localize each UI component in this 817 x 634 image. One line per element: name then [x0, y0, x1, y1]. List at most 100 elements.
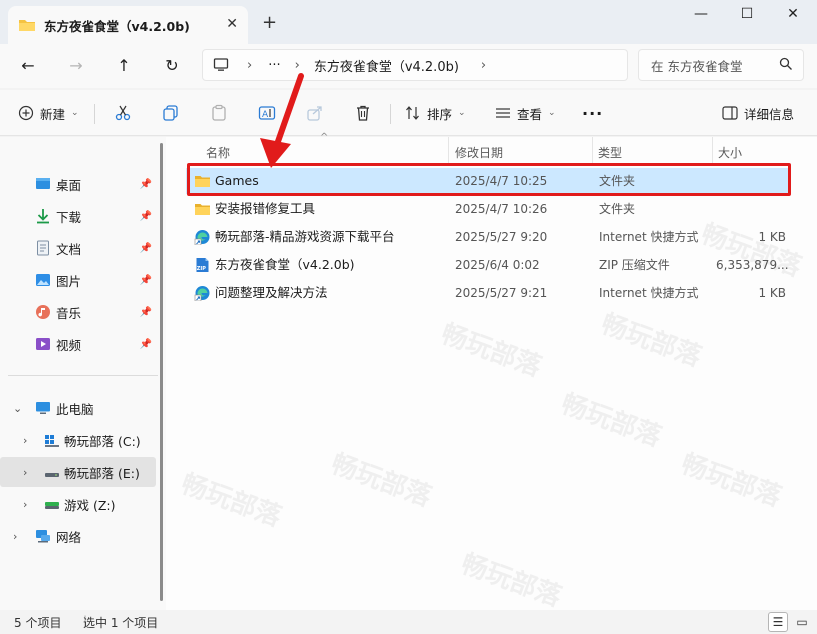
- tab-active[interactable]: 东方夜雀食堂（v4.2.0b) ✕: [8, 6, 248, 44]
- sidebar-item-this-pc[interactable]: ⌄ 此电脑: [0, 393, 156, 423]
- up-button[interactable]: ↑: [112, 54, 136, 78]
- column-separator[interactable]: [592, 137, 593, 163]
- pin-icon[interactable]: 📌: [140, 339, 152, 350]
- sidebar-scrollbar[interactable]: [160, 143, 163, 601]
- chevron-right-icon: ›: [480, 57, 487, 73]
- breadcrumb-current[interactable]: 东方夜雀食堂（v4.2.0b): [314, 56, 459, 75]
- chevron-right-icon[interactable]: ›: [23, 466, 27, 479]
- table-row[interactable]: 畅玩部落-精品游戏资源下载平台 2025/5/27 9:20 Internet …: [186, 224, 790, 250]
- search-input[interactable]: 在 东方夜雀食堂: [638, 49, 804, 81]
- zip-icon: ZIP: [196, 258, 209, 272]
- chevron-right-icon[interactable]: ›: [23, 434, 27, 447]
- view-button[interactable]: 查看 ⌄: [495, 101, 556, 125]
- back-button[interactable]: ←: [16, 54, 40, 78]
- command-bar: 新建 ⌄ A 排序 ⌄ 查看 ⌄ ··· 详细信息: [0, 90, 817, 136]
- clipboard-icon: [212, 104, 226, 121]
- address-row: ← → ↑ ↻ › ··· › 东方夜雀食堂（v4.2.0b) › 在 东方夜雀…: [0, 44, 817, 88]
- title-bar: 东方夜雀食堂（v4.2.0b) ✕ + — ☐ ✕: [0, 0, 817, 44]
- more-options-button[interactable]: ···: [582, 101, 603, 125]
- column-separator[interactable]: [712, 137, 713, 163]
- file-type: Internet 快捷方式: [599, 230, 699, 244]
- file-date: 2025/4/7 10:25: [455, 174, 548, 188]
- new-button[interactable]: 新建 ⌄: [18, 101, 79, 125]
- minimize-button[interactable]: —: [678, 6, 724, 28]
- this-pc-icon: [36, 402, 50, 414]
- file-name: 畅玩部落-精品游戏资源下载平台: [215, 229, 395, 244]
- copy-icon: [163, 105, 178, 121]
- copy-button[interactable]: [162, 101, 180, 125]
- chevron-down-icon[interactable]: ⌄: [13, 402, 22, 415]
- music-icon: [36, 305, 50, 319]
- table-row[interactable]: 问题整理及解决方法 2025/5/27 9:21 Internet 快捷方式 1…: [186, 280, 790, 306]
- tiles-view-button[interactable]: ▭: [792, 612, 812, 632]
- column-header-type[interactable]: 类型: [598, 140, 622, 164]
- column-header-modified[interactable]: 修改日期: [455, 140, 503, 164]
- drive-icon: [45, 473, 59, 477]
- maximize-button[interactable]: ☐: [724, 6, 770, 28]
- tab-close-icon[interactable]: ✕: [226, 16, 238, 32]
- file-size: 6,353,879...: [716, 258, 789, 272]
- pin-icon[interactable]: 📌: [140, 243, 152, 254]
- file-size: 1 KB: [758, 286, 786, 300]
- file-type: ZIP 压缩文件: [599, 258, 670, 272]
- status-bar: 5 个项目 | 选中 1 个项目 ☰ ▭: [0, 610, 817, 634]
- paste-button[interactable]: [210, 101, 228, 125]
- close-window-button[interactable]: ✕: [770, 6, 816, 28]
- details-pane-button[interactable]: 详细信息: [722, 101, 794, 125]
- chevron-right-icon[interactable]: ›: [23, 498, 27, 511]
- delete-button[interactable]: [354, 101, 372, 125]
- new-tab-button[interactable]: +: [262, 12, 277, 33]
- chevron-right-icon: ›: [294, 57, 300, 73]
- address-ellipsis[interactable]: ···: [268, 58, 280, 73]
- pin-icon[interactable]: 📌: [140, 307, 152, 318]
- sidebar-item-network[interactable]: › 网络: [0, 521, 156, 551]
- sidebar-item-drive-z[interactable]: › 游戏 (Z:): [0, 489, 156, 519]
- pin-icon[interactable]: 📌: [140, 275, 152, 286]
- table-row[interactable]: 安装报错修复工具 2025/4/7 10:26 文件夹: [186, 196, 790, 222]
- sidebar-item-label: 此电脑: [56, 401, 94, 417]
- search-icon: [779, 57, 792, 70]
- sidebar-item-music[interactable]: 音乐 📌: [0, 297, 156, 327]
- sidebar-item-downloads[interactable]: 下载 📌: [0, 201, 156, 231]
- forward-button[interactable]: →: [64, 54, 88, 78]
- file-list: ^ 名称 修改日期 类型 大小 Games 2025/4/7 10:25 文件夹…: [166, 132, 817, 610]
- view-label: 查看: [517, 106, 543, 122]
- file-name: Games: [215, 173, 259, 188]
- file-date: 2025/6/4 0:02: [455, 258, 540, 272]
- table-row[interactable]: ZIP 东方夜雀食堂（v4.2.0b) 2025/6/4 0:02 ZIP 压缩…: [186, 252, 790, 278]
- sidebar-item-documents[interactable]: 文档 📌: [0, 233, 156, 263]
- selected-count: 选中 1 个项目: [83, 614, 158, 631]
- cut-button[interactable]: [114, 101, 132, 125]
- file-type: 文件夹: [599, 174, 636, 188]
- details-view-button[interactable]: ☰: [768, 612, 788, 632]
- view-lines-icon: [496, 108, 510, 118]
- sidebar-item-drive-c[interactable]: › 畅玩部落 (C:): [0, 425, 156, 455]
- column-header-size[interactable]: 大小: [718, 140, 742, 164]
- file-type: Internet 快捷方式: [599, 286, 699, 300]
- sidebar-item-label: 文档: [56, 241, 82, 257]
- column-header-name[interactable]: 名称: [206, 140, 230, 164]
- search-placeholder: 在 东方夜雀食堂: [651, 58, 743, 74]
- sidebar-item-desktop[interactable]: 桌面 📌: [0, 169, 156, 199]
- sidebar-item-label: 畅玩部落 (C:): [64, 433, 141, 449]
- windows-drive-icon: [45, 435, 59, 447]
- sidebar-item-drive-e[interactable]: › 畅玩部落 (E:): [0, 457, 156, 487]
- trash-icon: [357, 105, 369, 121]
- pin-icon[interactable]: 📌: [140, 211, 152, 222]
- sidebar-item-pictures[interactable]: 图片 📌: [0, 265, 156, 295]
- sidebar-item-label: 游戏 (Z:): [64, 497, 116, 513]
- chevron-right-icon[interactable]: ›: [13, 530, 17, 543]
- sort-icon: [406, 106, 419, 120]
- column-separator[interactable]: [448, 137, 449, 163]
- details-label: 详细信息: [744, 106, 795, 122]
- sort-button[interactable]: 排序 ⌄: [405, 101, 466, 125]
- chevron-down-icon: ⌄: [71, 108, 79, 118]
- sort-label: 排序: [427, 106, 453, 122]
- pin-icon[interactable]: 📌: [140, 179, 152, 190]
- download-icon: [37, 209, 49, 224]
- sidebar-item-videos[interactable]: 视频 📌: [0, 329, 156, 359]
- svg-text:ZIP: ZIP: [197, 266, 206, 272]
- edge-shortcut-icon: [194, 286, 210, 301]
- refresh-button[interactable]: ↻: [160, 54, 184, 78]
- desktop-icon: [36, 178, 50, 189]
